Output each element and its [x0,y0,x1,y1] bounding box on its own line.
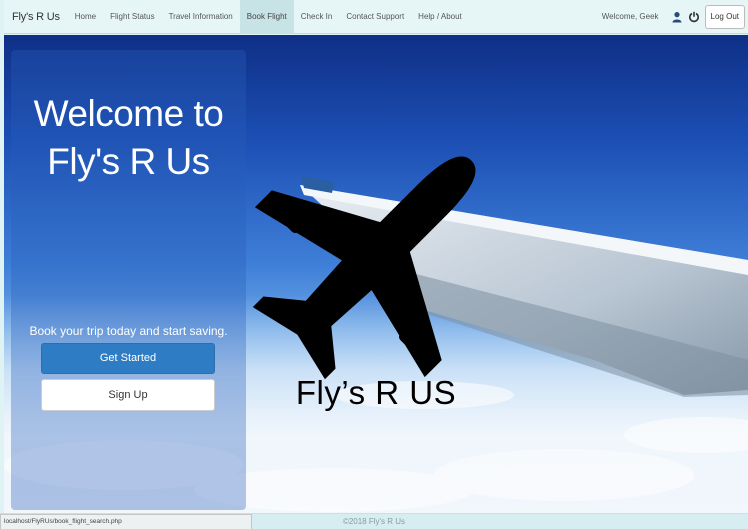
user-icon[interactable] [671,11,683,23]
power-icon[interactable] [688,11,700,23]
logo-text: Fly’s R US [295,374,457,411]
footer: ©2018 Fly's R Us localhost/FlyRUs/book_f… [0,513,748,529]
get-started-button[interactable]: Get Started [41,343,215,374]
hero-section: Welcome to Fly's R Us Book your trip tod… [4,35,748,513]
brand-link[interactable]: Fly's R Us [4,11,68,23]
welcome-panel: Welcome to Fly's R Us Book your trip tod… [11,50,246,510]
nav-user-area: Welcome, Geek Log Out [602,0,748,34]
nav-home[interactable]: Home [68,0,103,34]
nav-help-about[interactable]: Help / About [411,0,469,34]
logout-button[interactable]: Log Out [704,4,745,29]
nav-check-in[interactable]: Check In [294,0,340,34]
welcome-title: Welcome to Fly's R Us [33,93,224,182]
tagline: Book your trip today and start saving. [29,324,228,338]
nav-flight-status[interactable]: Flight Status [103,0,161,34]
sign-up-button[interactable]: Sign Up [41,379,215,411]
nav-contact-support[interactable]: Contact Support [339,0,411,34]
nav-book-flight[interactable]: Book Flight [239,0,294,34]
welcome-text: Welcome, Geek [601,12,659,21]
browser-status-url: localhost/FlyRUs/book_flight_search.php [0,514,252,529]
airplane-icon [252,156,476,380]
top-navbar: Fly's R Us Home Flight Status Travel Inf… [4,0,748,34]
nav-travel-information[interactable]: Travel Information [162,0,240,34]
